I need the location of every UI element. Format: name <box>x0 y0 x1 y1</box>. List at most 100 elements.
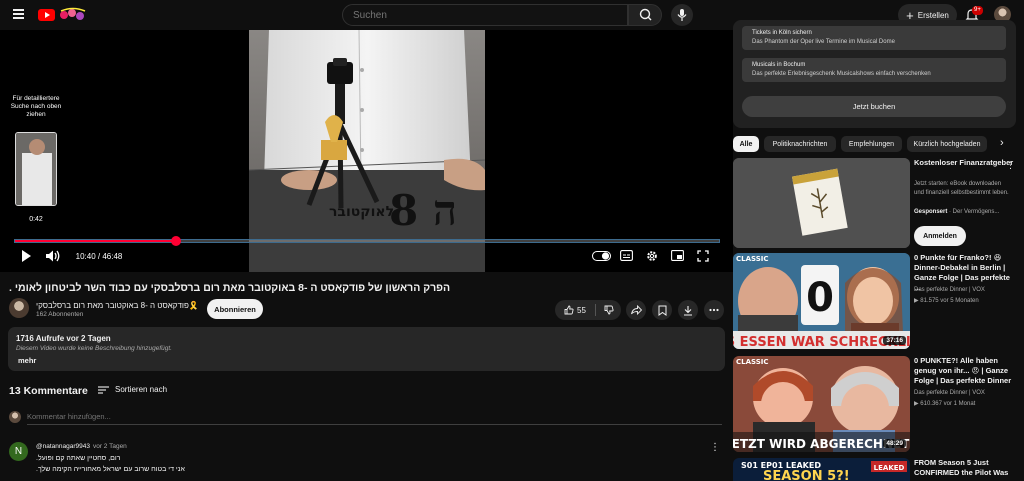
like-count: 55 <box>577 305 586 315</box>
thumbnail-badge: CLASSIC <box>736 255 769 263</box>
create-label: Erstellen <box>917 10 949 20</box>
sponsored-thumbnail[interactable] <box>733 158 910 248</box>
comment-author-handle[interactable]: @natannagar9943 <box>36 443 90 450</box>
add-comment-input[interactable] <box>27 412 722 425</box>
ad-card: Tickets in Köln sichern Das Phantom der … <box>733 20 1016 128</box>
sort-comments-button[interactable]: Sortieren nach <box>98 385 167 394</box>
comment-time: vor 2 Tagen <box>92 443 127 450</box>
settings-gear-icon[interactable] <box>646 250 658 262</box>
youtube-logo-icon[interactable] <box>38 9 55 21</box>
bookmark-icon <box>658 305 666 316</box>
video-title: הפרק הראשון של פודקאסט ה -8 באוקטובר מאת… <box>9 282 451 294</box>
video-thumbnail[interactable]: 0 DAS ESSEN WAR SCHRECKLICH! CLASSIC 37:… <box>733 253 910 349</box>
play-icon[interactable] <box>19 249 33 263</box>
voice-search-button[interactable] <box>671 4 693 26</box>
download-icon <box>684 305 692 316</box>
menu-icon[interactable] <box>13 9 24 19</box>
more-link[interactable]: mehr <box>18 356 36 365</box>
subscribe-button[interactable]: Abonnieren <box>207 299 263 319</box>
like-dislike-group: 55 <box>555 300 621 320</box>
comment-author-avatar[interactable]: N <box>9 442 28 461</box>
comment-menu-icon[interactable]: ⋮ <box>710 442 720 453</box>
time-display: 10:40 / 46:48 <box>70 248 128 265</box>
progress-scrubber[interactable] <box>170 236 181 246</box>
video-meta: ▶ 610.367 vor 1 Monat <box>914 401 976 407</box>
ad-link-item[interactable]: Tickets in Köln sichern Das Phantom der … <box>742 26 1006 50</box>
view-count-date: 1716 Aufrufe vor 2 Tagen <box>16 334 111 343</box>
video-meta: ▶ 81.575 vor 5 Monaten <box>914 298 979 304</box>
dislike-button[interactable] <box>598 300 620 320</box>
search-box[interactable] <box>342 4 628 26</box>
more-actions-button[interactable] <box>704 300 724 320</box>
recommended-video[interactable]: S01 EP01 LEAKED SEASON 5?! LEAKED FROM S… <box>733 458 1017 481</box>
ad-link-title: Tickets in Köln sichern <box>752 30 812 36</box>
video-title[interactable]: FROM Season 5 Just CONFIRMED the Pilot W… <box>914 458 1014 478</box>
video-title[interactable]: 0 PUNKTE?! Alle haben genug von ihr... 😠… <box>914 356 1014 386</box>
description-text: Diesem Video wurde keine Beschreibung hi… <box>16 345 172 352</box>
doodle-logo-icon[interactable] <box>58 7 88 22</box>
sign-up-button[interactable]: Anmelden <box>914 226 966 246</box>
chip-recommendations[interactable]: Empfehlungen <box>841 136 902 152</box>
video-player[interactable]: 8 ה לאוקטובר Für detailliertere Suche na… <box>0 30 733 272</box>
thumbnail-badge: LEAKED <box>874 464 905 472</box>
volume-icon[interactable] <box>45 249 61 263</box>
search-input[interactable] <box>343 5 627 26</box>
like-button[interactable]: 55 <box>555 300 595 320</box>
my-avatar <box>9 411 21 423</box>
item-menu-icon[interactable]: ⋮ <box>1006 160 1015 171</box>
ad-link-subtitle: Das perfekte Erlebnisgeschenk Musicalsho… <box>752 71 931 77</box>
recommended-video[interactable]: 0 DAS ESSEN WAR SCHRECKLICH! CLASSIC 37:… <box>733 253 1017 349</box>
overlay-text: לאוקטובר <box>329 204 394 220</box>
sponsored-description: Jetzt starten: eBook downloaden und fina… <box>914 181 1009 196</box>
subscriber-count: 162 Abonnenten <box>36 311 84 318</box>
video-thumbnail[interactable]: JETZT WIRD ABGERECHNET! CLASSIC 48:29 <box>733 356 910 452</box>
chip-all[interactable]: Alle <box>733 136 759 152</box>
share-button[interactable] <box>626 300 646 320</box>
book-now-button[interactable]: Jetzt buchen <box>742 96 1006 117</box>
video-frame[interactable]: 8 ה לאוקטובר <box>249 30 485 272</box>
chip-recently-uploaded[interactable]: Kürzlich hochgeladen <box>907 136 987 152</box>
advertiser-name: · Der Vermögens... <box>949 209 1000 215</box>
chevron-right-icon[interactable]: › <box>1000 137 1004 149</box>
save-button[interactable] <box>652 300 672 320</box>
subtitles-icon[interactable] <box>620 250 633 261</box>
video-frame-image: 8 ה לאוקטובר <box>249 30 485 272</box>
thumbnail-digit: 0 <box>806 275 834 321</box>
video-channel[interactable]: Das perfekte Dinner | VOX <box>914 287 985 293</box>
description-box[interactable]: 1716 Aufrufe vor 2 Tagen Diesem Video wu… <box>8 327 725 371</box>
search-icon <box>639 8 652 21</box>
search-button[interactable] <box>628 4 662 26</box>
autoplay-toggle-icon[interactable] <box>592 251 611 261</box>
ad-link-item[interactable]: Musicals in Bochum Das perfekte Erlebnis… <box>742 58 1006 82</box>
progress-played <box>15 240 176 242</box>
sponsored-meta: Gesponsert · Der Vermögens... <box>914 209 999 215</box>
seek-preview-thumbnail <box>15 132 57 206</box>
more-horizontal-icon <box>709 308 719 312</box>
comment-text-line: רום, סחטיין שאתה קם ופועל. <box>36 455 121 462</box>
chip-politics[interactable]: Politiknachrichten <box>764 136 836 152</box>
like-divider <box>595 304 596 316</box>
overlay-digit: 8 ה <box>389 186 457 235</box>
channel-avatar[interactable] <box>9 298 29 318</box>
sponsored-title[interactable]: Kostenloser Finanzratgeber <box>914 158 1014 168</box>
sort-label: Sortieren nach <box>115 385 168 394</box>
comment-text-line: אני די בטוח שרוב עם ישראל מאחורייה הקימה… <box>36 466 185 473</box>
miniplayer-icon[interactable] <box>671 250 684 261</box>
fullscreen-icon[interactable] <box>697 250 709 262</box>
recommended-video[interactable]: JETZT WIRD ABGERECHNET! CLASSIC 48:29 0 … <box>733 356 1017 452</box>
video-thumbnail[interactable]: S01 EP01 LEAKED SEASON 5?! LEAKED <box>733 458 910 481</box>
sort-icon <box>98 385 109 394</box>
video-duration: 37:16 <box>883 336 906 345</box>
video-channel[interactable]: Das perfekte Dinner | VOX <box>914 390 985 396</box>
download-button[interactable] <box>678 300 698 320</box>
comment-count: 13 Kommentare <box>9 385 88 397</box>
sponsored-item[interactable]: Kostenloser Finanzratgeber Jetzt starten… <box>733 158 1017 248</box>
ad-link-subtitle: Das Phantom der Oper live Termine im Mus… <box>752 39 895 45</box>
thumbs-down-icon <box>604 305 614 315</box>
notification-count-badge: 9+ <box>972 6 983 15</box>
progress-bar[interactable] <box>14 236 720 246</box>
sponsored-label: Gesponsert <box>914 209 948 215</box>
filter-chips: Alle Politiknachrichten Empfehlungen Kür… <box>733 136 1017 152</box>
channel-name[interactable]: פודקאסט ה -8 באוקטובר מאת רום ברסלבסקי🎗️ <box>36 301 199 310</box>
video-duration: 48:29 <box>883 439 906 448</box>
